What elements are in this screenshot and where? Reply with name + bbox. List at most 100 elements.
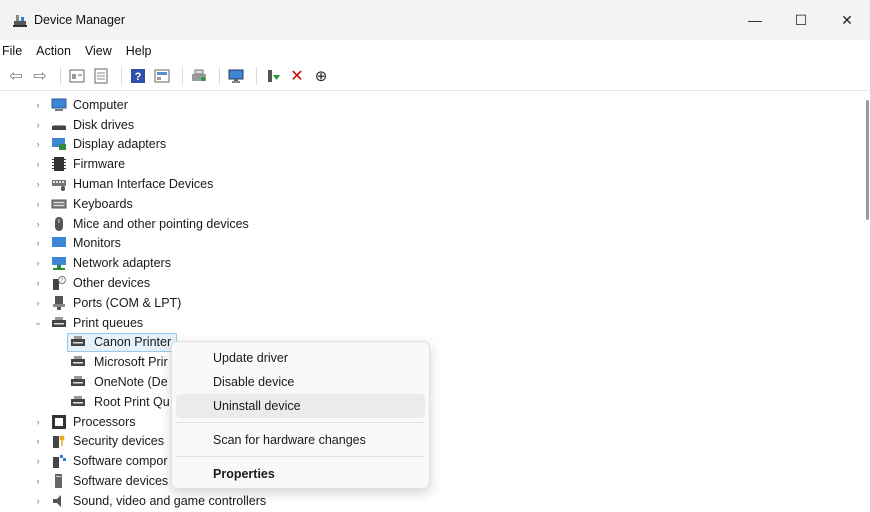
scan-button[interactable]	[189, 66, 209, 86]
scrollbar-thumb[interactable]	[866, 100, 869, 220]
expand-chevron-icon[interactable]: ›	[33, 417, 43, 427]
expand-chevron-icon[interactable]: ›	[33, 476, 43, 486]
tree-item-display-adapters[interactable]: › Display adapters	[0, 135, 866, 155]
tree-item-monitors[interactable]: › Monitors	[0, 234, 866, 254]
tree-item-label: Monitors	[73, 236, 121, 251]
menu-help[interactable]: Help	[120, 44, 160, 58]
toolbar-separator	[182, 67, 183, 85]
expand-chevron-icon[interactable]: ›	[33, 199, 43, 209]
tree-item-firmware[interactable]: › Firmware	[0, 154, 866, 174]
tree-item-human-interface-devices[interactable]: › Human Interface Devices	[0, 174, 866, 194]
tree-item-computer[interactable]: › Computer	[0, 95, 866, 115]
minimize-button[interactable]: —	[732, 0, 778, 40]
tree-item-ports[interactable]: › Ports (COM & LPT)	[0, 293, 866, 313]
expand-chevron-icon[interactable]: ›	[33, 258, 43, 268]
menu-uninstall-device[interactable]: Uninstall device	[176, 394, 425, 418]
forward-button[interactable]: ⇨	[30, 66, 50, 86]
tree-item-label: Disk drives	[73, 117, 135, 132]
tree-item-label: Mice and other pointing devices	[73, 216, 249, 231]
tree-item-label: Processors	[73, 414, 136, 429]
menu-bar: File Action View Help	[0, 40, 870, 62]
menu-disable-device[interactable]: Disable device	[176, 370, 425, 394]
view-button[interactable]	[91, 66, 111, 86]
printer-icon	[71, 336, 85, 347]
toolbar-separator	[219, 67, 220, 85]
printer-icon	[52, 316, 66, 327]
expand-chevron-icon[interactable]: ›	[33, 238, 43, 248]
expand-chevron-icon[interactable]: ›	[33, 436, 43, 446]
tree-item-label: Human Interface Devices	[73, 177, 214, 192]
back-button[interactable]: ⇦	[6, 66, 26, 86]
network-adapter-icon	[52, 257, 66, 271]
menu-view[interactable]: View	[79, 44, 120, 58]
download-icon: ⊕	[314, 68, 328, 85]
monitor-button[interactable]	[226, 66, 246, 86]
tree-item-label: Ports (COM & LPT)	[73, 295, 182, 310]
expand-chevron-icon[interactable]: ›	[33, 120, 43, 130]
expand-chevron-icon[interactable]: ›	[33, 496, 43, 506]
expand-chevron-icon[interactable]: ›	[33, 456, 43, 466]
tree-item-other-devices[interactable]: › ? Other devices	[0, 273, 866, 293]
help-button[interactable]: ?	[128, 66, 148, 86]
mouse-icon	[55, 216, 63, 231]
toolbar: ⇦ ⇨ ? ✕ ⊕	[0, 62, 870, 91]
expand-chevron-icon[interactable]: ›	[33, 298, 43, 308]
tree-item-print-queues[interactable]: ⌄ Print queues	[0, 313, 866, 333]
collapse-chevron-icon[interactable]: ⌄	[33, 317, 43, 328]
tree-item-label: Keyboards	[73, 196, 133, 211]
device-manager-icon	[13, 15, 27, 27]
menu-update-driver[interactable]: Update driver	[176, 346, 425, 370]
toolbar-separator	[60, 67, 61, 85]
tree-item-label: Software devices	[73, 474, 169, 489]
title-bar: Device Manager — ☐ ✕	[0, 0, 870, 40]
properties-icon	[69, 69, 85, 83]
expand-chevron-icon[interactable]: ›	[33, 278, 43, 288]
tree-item-label: Canon Printer	[94, 335, 172, 350]
tree-item-microsoft-print[interactable]: Microsoft Prir	[0, 352, 866, 372]
uninstall-button[interactable]: ✕	[287, 66, 307, 86]
download-button[interactable]: ⊕	[311, 66, 331, 86]
expand-chevron-icon[interactable]: ›	[33, 219, 43, 229]
tree-item-software-components[interactable]: › Software compor	[0, 451, 866, 471]
close-icon: ✕	[841, 11, 853, 28]
tree-item-canon-printer[interactable]: Canon Printer	[0, 332, 866, 353]
menu-scan-hardware[interactable]: Scan for hardware changes	[176, 428, 425, 452]
tree-item-keyboards[interactable]: › Keyboards	[0, 194, 866, 214]
tree-item-onenote[interactable]: OneNote (De	[0, 372, 866, 392]
port-icon	[53, 295, 65, 310]
device-tree: › Computer › Disk drives › Display adapt…	[0, 95, 866, 512]
expand-chevron-icon[interactable]: ›	[33, 100, 43, 110]
menu-file[interactable]: File	[0, 44, 30, 58]
update-driver-button[interactable]	[263, 66, 283, 86]
display-adapter-icon	[52, 138, 66, 151]
expand-chevron-icon[interactable]: ›	[33, 179, 43, 189]
tree-item-mice[interactable]: › Mice and other pointing devices	[0, 214, 866, 234]
menu-separator	[176, 456, 425, 457]
window-title: Device Manager	[34, 13, 126, 27]
tree-item-root-print-queue[interactable]: Root Print Qu	[0, 392, 866, 412]
view-hidden-icon	[154, 69, 170, 83]
toolbar-separator	[121, 67, 122, 85]
close-button[interactable]: ✕	[824, 0, 870, 40]
hid-icon	[52, 180, 66, 192]
tree-item-processors[interactable]: › Processors	[0, 412, 866, 432]
tree-item-label: OneNote (De	[94, 375, 168, 390]
maximize-button[interactable]: ☐	[778, 0, 824, 40]
view-hidden-button[interactable]	[152, 66, 172, 86]
tree-item-software-devices[interactable]: › Software devices	[0, 471, 866, 491]
tree-item-network-adapters[interactable]: › Network adapters	[0, 253, 866, 273]
tree-item-sound-video[interactable]: › Sound, video and game controllers	[0, 491, 866, 511]
tree-item-label: Network adapters	[73, 256, 171, 271]
tree-item-label: Root Print Qu	[94, 394, 170, 409]
menu-action[interactable]: Action	[30, 44, 79, 58]
forward-icon: ⇨	[33, 68, 47, 85]
menu-properties[interactable]: Properties	[176, 462, 425, 486]
tree-item-label: Other devices	[73, 276, 151, 291]
tree-item-disk-drives[interactable]: › Disk drives	[0, 115, 866, 135]
processor-icon	[52, 414, 66, 429]
properties-button[interactable]	[67, 66, 87, 86]
expand-chevron-icon[interactable]: ›	[33, 139, 43, 149]
update-driver-icon	[268, 70, 280, 82]
expand-chevron-icon[interactable]: ›	[33, 159, 43, 169]
tree-item-security-devices[interactable]: › Security devices	[0, 432, 866, 452]
